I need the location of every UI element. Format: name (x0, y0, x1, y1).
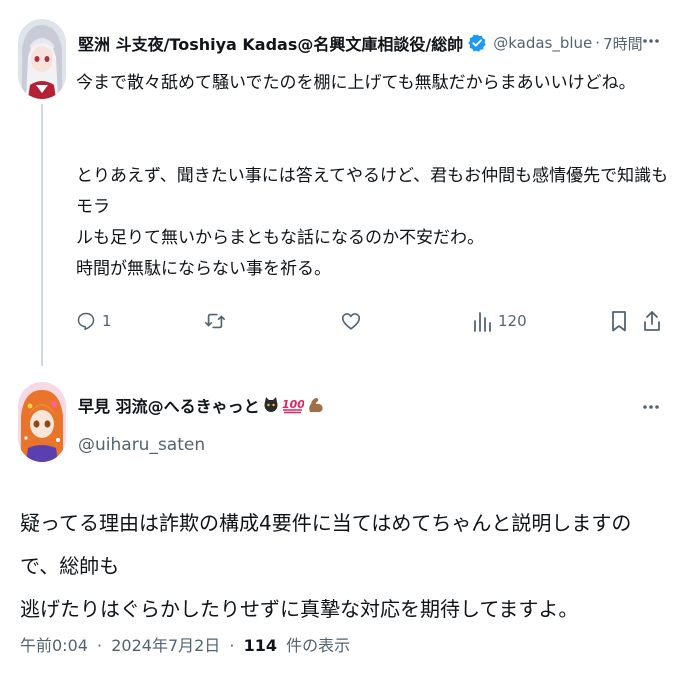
post2-handle[interactable]: @uiharu_saten (78, 435, 205, 455)
post2-display-name[interactable]: 早見 羽流@へるきゃっと (78, 393, 260, 417)
flexed-arm-emoji (306, 395, 326, 415)
avatar-image-orange-hair (18, 382, 66, 462)
post2-views-count: 114 (243, 636, 277, 655)
bookmark-icon (612, 311, 626, 332)
meta-separator: · (97, 636, 103, 655)
post1-body-line: とりあえず、聞きたい事には答えてやるけど、君もお仲間も感情優先で知識もモラ (76, 166, 669, 217)
reply-count: 1 (102, 312, 112, 330)
verified-badge-icon (467, 33, 487, 53)
post2-body: 疑ってる理由は詐欺の構成4要件に当てはめてちゃんと説明しますので、総帥も 逃げた… (20, 502, 670, 631)
hundred-points-emoji: 100 (282, 396, 304, 414)
analytics-icon (474, 312, 491, 332)
more-options-icon[interactable] (640, 30, 662, 52)
post1-body-line: ルも足りて無いからまともな話になるのか不安だわ。 (76, 228, 484, 248)
post2-time[interactable]: 午前0:04 (20, 636, 88, 655)
post2-body-line: 逃げたりはぐらかしたりせずに真摯な対応を期待してますよ。 (20, 597, 579, 621)
post1-header: 堅洲 斗支夜/Toshiya Kadas@名興文庫相談役/総帥 @kadas_b… (78, 30, 668, 56)
cat-emoji (262, 396, 280, 414)
post2-metadata: 午前0:04 · 2024年7月2日 · 114 件の表示 (20, 632, 350, 656)
post1-body-line: 今まで散々舐めて騒いでたのを棚に上げても無駄だからまあいいけどね。 (76, 73, 636, 93)
thread-connector-line (41, 104, 43, 366)
share-button[interactable] (642, 306, 662, 336)
like-button[interactable] (340, 306, 368, 336)
more-options-icon[interactable] (640, 396, 662, 418)
bookmark-button[interactable] (609, 306, 629, 336)
post1-handle[interactable]: @kadas_blue (493, 34, 592, 52)
retweet-icon (205, 313, 225, 329)
post1-body-line: 時間が無駄にならない事を祈る。 (76, 259, 331, 279)
reply-icon (77, 312, 95, 331)
share-icon (644, 311, 660, 331)
post1-action-bar: 1 120 (76, 306, 666, 336)
post1-separator: · (595, 34, 601, 52)
views-count: 120 (498, 312, 527, 330)
avatar-image-silver-hair (18, 19, 66, 99)
post1-time[interactable]: 7時間 (603, 33, 643, 54)
post1-display-name[interactable]: 堅洲 斗支夜/Toshiya Kadas@名興文庫相談役/総帥 (78, 31, 463, 55)
meta-separator: · (229, 636, 235, 655)
avatar[interactable] (18, 19, 66, 99)
post2-date[interactable]: 2024年7月2日 (111, 636, 220, 655)
retweet-button[interactable] (204, 306, 232, 336)
post2-display-name-row: 早見 羽流@へるきゃっと 100 (78, 392, 326, 418)
views-button[interactable]: 120 (472, 306, 527, 336)
post2-views-label: 件の表示 (286, 636, 351, 655)
post2-body-line: 疑ってる理由は詐欺の構成4要件に当てはめてちゃんと説明しますので、総帥も (20, 511, 632, 578)
reply-button[interactable]: 1 (76, 306, 112, 336)
avatar[interactable] (18, 382, 66, 462)
svg-text:100: 100 (282, 398, 304, 411)
post1-body: 今まで散々舐めて騒いでたのを棚に上げても無駄だからまあいいけどね。 とりあえず、… (76, 68, 671, 285)
heart-icon (341, 313, 361, 330)
